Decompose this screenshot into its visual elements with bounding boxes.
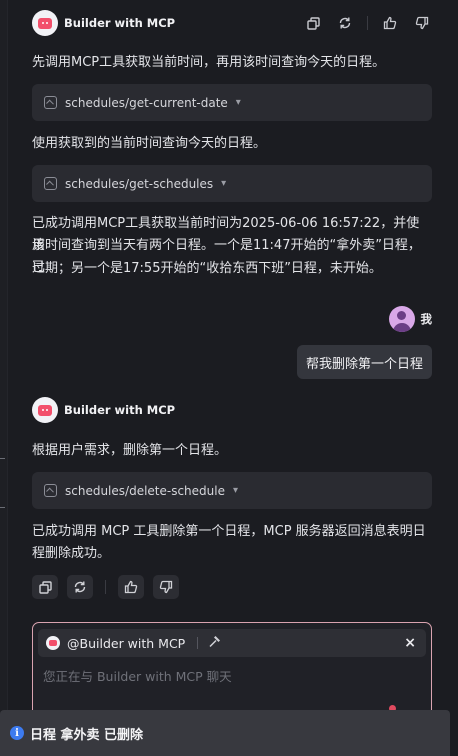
user-name: 我 — [420, 312, 433, 326]
message-text-line: 程删除成功。 — [32, 546, 111, 561]
mention-label: @Builder with MCP — [67, 635, 186, 651]
user-message-header: 我 — [388, 306, 433, 332]
bot-message-header: Builder with MCP — [32, 10, 432, 36]
refresh-icon[interactable] — [335, 13, 355, 33]
toast-notification: i 日程 拿外卖 已删除 — [0, 710, 450, 756]
tool-icon — [44, 96, 57, 109]
thumbs-down-icon[interactable] — [412, 13, 432, 33]
tool-call-chip[interactable]: schedules/get-current-date ▾ — [32, 84, 432, 121]
mention-bar: @Builder with MCP × — [38, 629, 426, 657]
tool-icon — [44, 484, 57, 497]
tool-call-name: schedules/get-schedules — [65, 176, 214, 191]
close-icon[interactable]: × — [404, 635, 416, 651]
message-actions — [32, 575, 179, 599]
bot-avatar — [32, 397, 58, 423]
chevron-down-icon: ▾ — [235, 97, 241, 108]
rail-tick — [0, 458, 5, 459]
message-text-line: 已成功调用 MCP 工具删除第一个日程，MCP 服务器返回消息表明日 — [32, 524, 426, 539]
tool-call-name: schedules/delete-schedule — [65, 483, 225, 498]
tool-call-name: schedules/get-current-date — [65, 95, 228, 110]
message-text-line: 过期；另一个是17:55开始的“收拾东西下班”日程，未开始。 — [32, 261, 382, 276]
info-icon: i — [10, 726, 24, 740]
bot-avatar — [46, 636, 60, 650]
message-text: 根据用户需求，删除第一个日程。 — [32, 443, 228, 458]
bot-name: Builder with MCP — [64, 403, 176, 417]
copy-icon[interactable] — [303, 13, 323, 33]
hammer-icon[interactable] — [208, 635, 221, 651]
rail-tick — [0, 507, 5, 508]
refresh-icon[interactable] — [67, 575, 93, 599]
tool-call-chip[interactable]: schedules/get-schedules ▾ — [32, 165, 432, 202]
chevron-down-icon: ▾ — [221, 178, 227, 189]
tool-call-chip[interactable]: schedules/delete-schedule ▾ — [32, 472, 432, 509]
user-message-bubble: 帮我删除第一个日程 — [296, 345, 432, 379]
copy-icon[interactable] — [32, 575, 58, 599]
divider — [367, 16, 368, 30]
left-rail — [0, 0, 8, 756]
divider — [197, 637, 199, 649]
divider — [105, 580, 106, 594]
message-text: 先调用MCP工具获取当前时间，再用该时间查询今天的日程。 — [32, 55, 386, 70]
avatar — [388, 306, 415, 332]
bot-message-header: Builder with MCP — [32, 397, 432, 423]
message-text: 使用获取到的当前时间查询今天的日程。 — [32, 136, 267, 151]
bot-name: Builder with MCP — [64, 16, 176, 30]
tool-icon — [44, 177, 57, 190]
bot-avatar — [32, 10, 58, 36]
toast-text: 日程 拿外卖 已删除 — [30, 727, 144, 743]
message-input[interactable]: 您正在与 Builder with MCP 聊天 — [43, 666, 232, 685]
chevron-down-icon: ▾ — [232, 485, 239, 496]
thumbs-down-icon[interactable] — [153, 575, 179, 599]
thumbs-up-icon[interactable] — [380, 13, 400, 33]
message-actions — [303, 13, 432, 33]
thumbs-up-icon[interactable] — [118, 575, 144, 599]
